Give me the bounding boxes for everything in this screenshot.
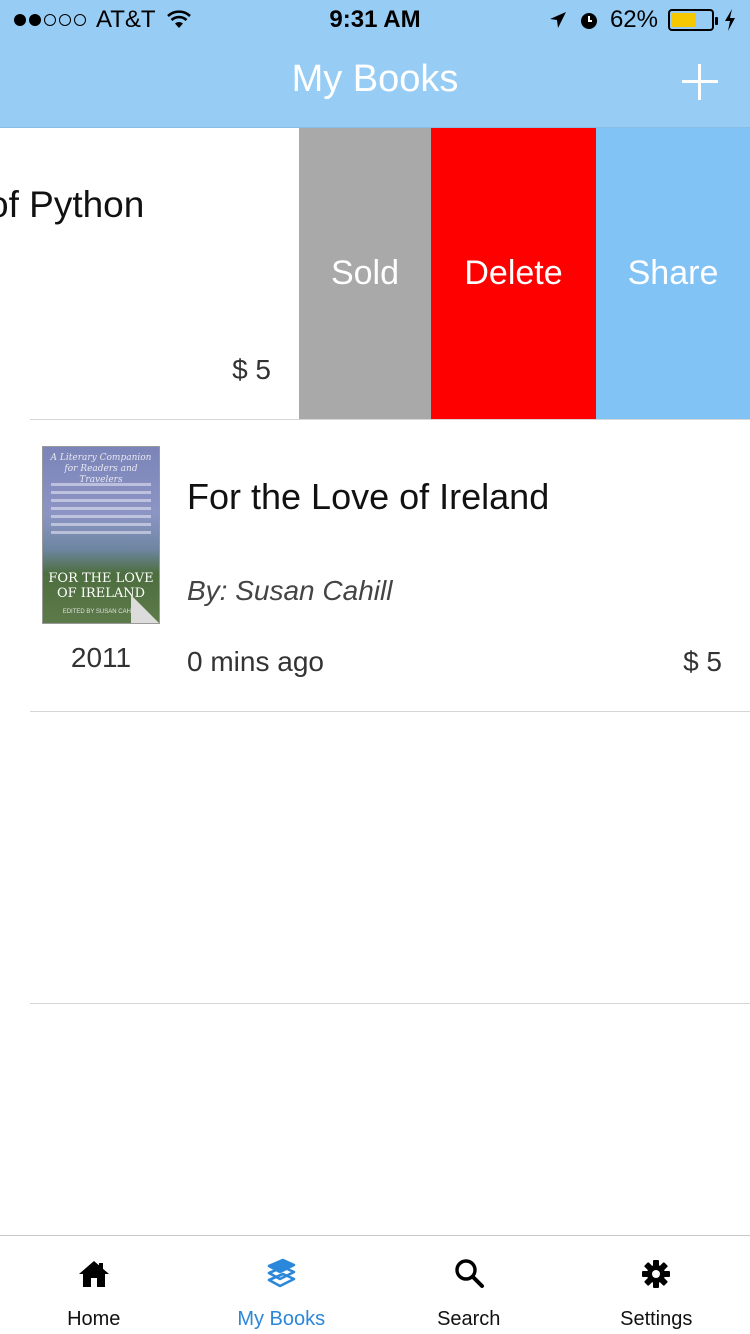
tab-home[interactable]: Home — [0, 1236, 188, 1334]
delete-button[interactable]: Delete — [431, 128, 596, 419]
gear-icon — [642, 1260, 671, 1288]
posted-time: 0 mins ago — [187, 646, 324, 677]
books-icon — [267, 1258, 296, 1288]
tab-label: Home — [67, 1308, 121, 1330]
book-title: For the Love of Ireland — [187, 476, 550, 517]
row-divider — [30, 1003, 750, 1004]
status-bar: AT&T 9:31 AM 62% — [0, 0, 750, 40]
book-author: By: Susan Cahill — [187, 575, 393, 606]
tab-my-books[interactable]: My Books — [188, 1236, 376, 1334]
row-divider — [30, 711, 750, 712]
book-row[interactable]: A Literary Companion for Readers and Tra… — [0, 420, 750, 710]
tab-settings[interactable]: Settings — [563, 1236, 750, 1334]
share-button[interactable]: Share — [596, 128, 750, 419]
home-icon — [78, 1261, 109, 1287]
book-price: $ 5 — [232, 354, 271, 385]
charging-bolt-icon — [725, 9, 735, 31]
alarm-icon — [580, 13, 597, 29]
book-row-swiped[interactable]: of Python t $ 5 Sold Delete Share — [0, 128, 750, 419]
navigation-header: AT&T 9:31 AM 62% My Books — [0, 0, 750, 128]
battery-percent: 62% — [609, 6, 658, 33]
page-title: My Books — [291, 58, 459, 100]
page-curl — [131, 595, 159, 623]
tab-label: Search — [437, 1308, 501, 1330]
status-right: 62% — [548, 6, 736, 34]
tab-label: My Books — [237, 1308, 326, 1330]
tab-search[interactable]: Search — [375, 1236, 563, 1334]
book-row-content[interactable]: of Python t $ 5 — [0, 128, 299, 419]
book-title: of Python — [0, 184, 145, 225]
battery-icon — [668, 9, 718, 31]
book-price: $ 5 — [683, 646, 722, 677]
cover-tagline: A Literary Companion for Readers and Tra… — [50, 453, 152, 485]
tab-bar: Home My Books Search Settings — [0, 1235, 750, 1334]
book-year: 2011 — [70, 642, 132, 673]
search-icon — [455, 1259, 484, 1288]
book-cover-image: A Literary Companion for Readers and Tra… — [42, 446, 160, 624]
add-book-button[interactable] — [682, 64, 718, 100]
sold-button[interactable]: Sold — [299, 128, 431, 419]
location-arrow-icon — [549, 12, 566, 28]
tab-label: Settings — [620, 1308, 693, 1330]
